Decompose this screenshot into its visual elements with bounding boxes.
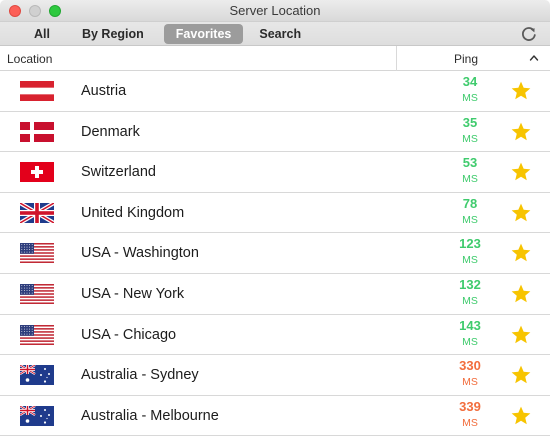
ping-unit: MS (462, 132, 478, 145)
ping-unit: MS (462, 92, 478, 104)
server-name: United Kingdom (81, 204, 185, 221)
server-row[interactable]: USA - Chicago 143 MS (0, 315, 550, 356)
ping-readout: 132 MS (430, 277, 510, 308)
ping-readout: 123 MS (430, 236, 510, 267)
window-controls (9, 5, 61, 17)
ping-value: 123 (459, 236, 481, 252)
server-list: Austria 34 MS Denmark 35 MS Switzerland 53 MS Uni… (0, 71, 550, 437)
server-row[interactable]: United Kingdom 78 MS (0, 193, 550, 234)
window-title: Server Location (229, 3, 321, 18)
ping-readout: 330 MS (430, 358, 510, 389)
ping-unit: MS (462, 416, 478, 429)
server-row[interactable]: Australia - Melbourne 339 MS (0, 396, 550, 437)
uk-flag (20, 202, 54, 223)
ping-value: 53 (462, 155, 478, 171)
usa-flag (20, 243, 54, 264)
tab-bar: All By Region Favorites Search (20, 24, 313, 44)
server-row[interactable]: Switzerland 53 MS (0, 152, 550, 193)
usa-flag (20, 283, 54, 304)
ping-unit: MS (462, 213, 478, 226)
austria-flag (20, 81, 54, 101)
favorite-star-icon[interactable] (510, 405, 532, 427)
ping-value: 132 (459, 276, 481, 292)
tab-search[interactable]: Search (247, 24, 313, 44)
ping-value: 35 (462, 114, 478, 130)
ping-readout: 78 MS (430, 196, 510, 227)
ping-value: 143 (459, 317, 481, 333)
ping-readout: 339 MS (430, 399, 510, 430)
ping-unit: MS (462, 173, 478, 186)
ping-unit: MS (462, 335, 478, 348)
table-header: Location Ping (0, 46, 550, 71)
server-name: USA - New York (81, 285, 185, 302)
favorite-star-icon[interactable] (510, 324, 532, 346)
server-name: USA - Washington (81, 245, 199, 262)
maximize-window-button[interactable] (49, 5, 61, 17)
ping-readout: 34 MS (430, 74, 510, 105)
ping-value: 78 (462, 195, 478, 211)
favorite-star-icon[interactable] (510, 364, 532, 386)
column-divider (396, 46, 397, 71)
australia-flag (20, 405, 54, 426)
ping-value: 34 (462, 74, 478, 89)
switzerland-flag (20, 162, 54, 183)
ping-unit: MS (462, 294, 478, 307)
favorite-star-icon[interactable] (510, 283, 532, 305)
favorite-star-icon[interactable] (510, 161, 532, 183)
ping-value: 330 (459, 358, 481, 374)
server-name: Switzerland (81, 164, 156, 181)
usa-flag (20, 324, 54, 345)
server-row[interactable]: USA - Washington 123 MS (0, 233, 550, 274)
favorite-star-icon[interactable] (510, 202, 532, 224)
ping-value: 339 (459, 398, 481, 414)
server-row[interactable]: Australia - Sydney 330 MS (0, 355, 550, 396)
favorite-star-icon[interactable] (510, 121, 532, 143)
server-name: Australia - Melbourne (81, 407, 219, 424)
favorite-star-icon[interactable] (510, 80, 532, 102)
tab-all[interactable]: All (20, 24, 64, 44)
favorite-star-icon[interactable] (510, 242, 532, 264)
server-row[interactable]: Denmark 35 MS (0, 112, 550, 153)
server-location-window: Server Location All By Region Favorites … (0, 0, 550, 443)
server-row[interactable]: Austria 34 MS (0, 71, 550, 112)
ping-readout: 53 MS (430, 155, 510, 186)
refresh-icon[interactable] (520, 25, 538, 43)
server-name: Australia - Sydney (81, 367, 199, 384)
minimize-window-button[interactable] (29, 5, 41, 17)
close-window-button[interactable] (9, 5, 21, 17)
server-name: Austria (81, 83, 127, 99)
australia-flag (20, 365, 54, 386)
ping-unit: MS (462, 376, 478, 389)
tab-favorites[interactable]: Favorites (163, 24, 244, 44)
ping-column-header[interactable]: Ping (454, 52, 478, 66)
toolbar: All By Region Favorites Search (0, 22, 550, 46)
server-row[interactable]: USA - New York 132 MS (0, 274, 550, 315)
sort-ascending-icon[interactable] (529, 53, 539, 63)
ping-unit: MS (462, 254, 478, 267)
server-name: Denmark (81, 123, 140, 140)
tab-by-region[interactable]: By Region (64, 24, 158, 44)
ping-readout: 143 MS (430, 318, 510, 349)
ping-readout: 35 MS (430, 115, 510, 146)
title-bar: Server Location (0, 0, 550, 22)
location-column-header[interactable]: Location (7, 52, 52, 66)
denmark-flag (20, 121, 54, 142)
server-name: USA - Chicago (81, 326, 177, 343)
